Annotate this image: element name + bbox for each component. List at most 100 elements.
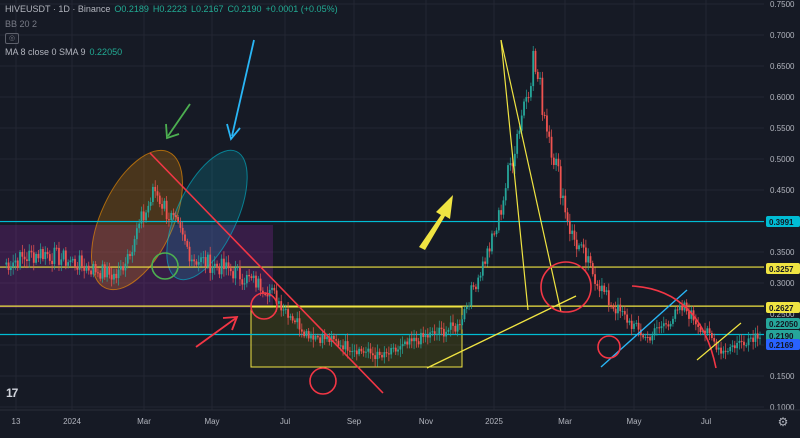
candle-body — [30, 250, 33, 253]
candle-body — [165, 200, 168, 220]
candle-body — [546, 115, 548, 132]
candle-body — [658, 327, 661, 329]
candle-body — [64, 250, 67, 266]
candle-body — [458, 324, 461, 326]
price-chart[interactable]: 0.7500 0.7000 0.6500 0.6000 0.5500 0.5000 0.45… — [0, 0, 800, 433]
close-value: C0.2190 — [227, 4, 262, 14]
candle-body — [413, 337, 415, 342]
candle-body — [630, 320, 633, 329]
candle-body — [48, 254, 51, 261]
ma-indicator-label: MA 8 close 0 SMA 9 — [5, 47, 86, 57]
candle-body — [204, 257, 207, 267]
candle-body — [110, 274, 113, 280]
candle-body — [470, 285, 473, 306]
eye-toggle-row[interactable]: ◎ — [5, 33, 19, 44]
candle-body — [7, 262, 10, 271]
candle-body — [516, 133, 519, 154]
candle-body — [227, 262, 230, 269]
ma-indicator-row[interactable]: MA 8 close 0 SMA 9 0.22050 — [5, 47, 122, 57]
candle-body — [548, 131, 551, 137]
candle-body — [649, 337, 651, 341]
candle-body — [149, 201, 152, 206]
candle-body — [756, 333, 759, 339]
candle-body — [99, 273, 102, 279]
candle-body — [62, 250, 65, 260]
ma-indicator-value: 0.22050 — [89, 47, 123, 57]
candle-body — [239, 267, 241, 280]
candle-body — [284, 309, 287, 311]
candle-body — [69, 260, 72, 263]
candle-body — [733, 345, 736, 349]
candle-body — [456, 324, 459, 332]
candle-body — [532, 50, 535, 87]
candle-body — [477, 277, 480, 290]
candle-body — [541, 77, 544, 115]
candle-body — [672, 318, 674, 324]
candle-body — [594, 274, 596, 284]
candle-body — [140, 211, 143, 224]
eye-toggle-icon[interactable]: ◎ — [5, 33, 19, 44]
x-tick-label: Mar — [137, 417, 151, 426]
x-tick-label: Mar — [558, 417, 572, 426]
candle-body — [589, 256, 592, 264]
candle-body — [678, 305, 681, 310]
candle-body — [754, 333, 757, 342]
candle-body — [454, 325, 457, 332]
candle-body — [587, 256, 590, 263]
candle-body — [392, 347, 395, 349]
candle-body — [562, 195, 564, 199]
x-tick-label: Jul — [280, 417, 290, 426]
y-tick-label: 0.3500 — [770, 248, 795, 257]
blue-arrow — [226, 39, 255, 141]
candle-body — [280, 301, 283, 311]
settings-gear-icon[interactable]: ⚙ — [776, 415, 790, 429]
price-label-text: 0.3991 — [769, 218, 794, 227]
candle-body — [362, 351, 365, 353]
candle-body — [568, 221, 571, 234]
y-tick-label: 0.1500 — [770, 372, 795, 381]
candle-body — [436, 333, 438, 335]
candle-body — [479, 275, 482, 278]
candle-body — [417, 341, 420, 345]
high-value: H0.2223 — [152, 4, 187, 14]
candle-body — [426, 335, 429, 338]
candle-body — [133, 239, 136, 252]
candle-body — [37, 253, 40, 259]
y-tick-label: 0.6500 — [770, 62, 795, 71]
candle-body — [220, 258, 223, 275]
candle-body — [243, 283, 246, 285]
candle-body — [310, 335, 312, 339]
candle-body — [147, 205, 150, 213]
candle-body — [172, 212, 175, 216]
candle-body — [353, 350, 356, 352]
candle-body — [321, 334, 324, 343]
candle-body — [743, 341, 745, 346]
red-arc-curve — [631, 285, 717, 369]
candle-body — [103, 264, 106, 278]
chart-area[interactable]: 0.7500 0.7000 0.6500 0.6000 0.5500 0.5000 0.45… — [0, 0, 800, 433]
candle-body — [665, 323, 667, 325]
candle-body — [229, 268, 232, 272]
candle-body — [722, 350, 725, 354]
candle-body — [759, 337, 761, 339]
symbol-name[interactable]: HIVEUSDT · 1D · Binance — [5, 4, 110, 14]
candle-body — [500, 210, 503, 215]
candle-body — [58, 247, 60, 265]
candle-body — [108, 266, 111, 275]
candle-body — [323, 334, 326, 340]
candle-body — [44, 251, 47, 260]
x-tick-label: 13 — [12, 417, 21, 426]
candle-body — [158, 195, 161, 205]
bb-indicator-legend[interactable]: BB 20 2 — [5, 19, 37, 29]
x-tick-label: 2024 — [63, 417, 81, 426]
candle-body — [564, 195, 567, 213]
candle-body — [497, 210, 500, 231]
candle-body — [60, 259, 63, 265]
candle-body — [747, 338, 750, 346]
candle-body — [717, 347, 720, 350]
candle-body — [676, 309, 679, 311]
candle-body — [465, 306, 468, 310]
candle-body — [28, 250, 31, 261]
candle-body — [202, 257, 205, 259]
bb-indicator-label: BB 20 2 — [5, 19, 38, 29]
